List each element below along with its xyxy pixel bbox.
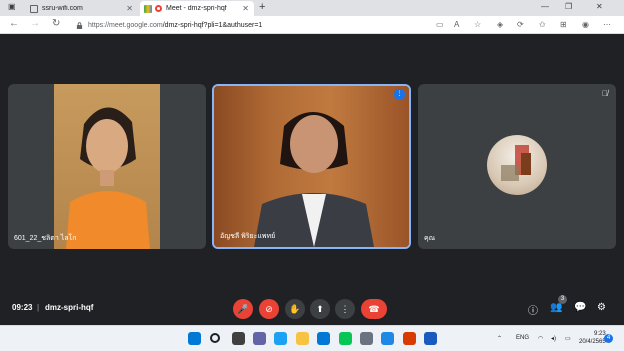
refresh-extension-icon[interactable]: ⟳ — [517, 20, 524, 29]
url-path: /dmz-spri-hqf?pli=1&authuser=1 — [162, 22, 263, 29]
address-bar[interactable]: https://meet.google.com /dmz-spri-hqf?pl… — [76, 19, 434, 32]
tab-meet[interactable]: Meet - dmz-spri-hqf ✕ — [140, 1, 254, 16]
search-icon[interactable] — [210, 333, 220, 343]
person-silhouette-icon — [254, 112, 374, 247]
favorites-icon[interactable]: ✩ — [539, 20, 546, 29]
show-hidden-icons-icon[interactable]: ⌃ — [497, 335, 502, 342]
activities-icon[interactable]: ⚙ — [597, 302, 606, 313]
back-icon[interactable]: ← — [9, 18, 19, 29]
recording-icon — [155, 5, 162, 12]
line-app-icon[interactable] — [339, 332, 352, 345]
minimize-icon[interactable]: — — [541, 2, 549, 11]
meeting-time: 09:23 — [12, 303, 33, 312]
close-window-icon[interactable]: ✕ — [596, 2, 603, 11]
url-host: https://meet.google.com — [88, 22, 163, 29]
volume-icon[interactable]: ◂) — [551, 335, 556, 342]
mic-toggle-button[interactable]: 🎤 — [233, 299, 253, 319]
meeting-separator: | — [37, 303, 40, 312]
powerpoint-icon[interactable] — [403, 332, 416, 345]
participant-tile-self[interactable]: 🎙̸ คุณ — [418, 84, 616, 249]
participant-video — [54, 84, 160, 249]
participant-name: 601_22_ชลิตา ไลโก — [14, 235, 77, 242]
more-options-icon: ⋮ — [340, 304, 350, 314]
forward-icon[interactable]: → — [30, 18, 40, 29]
chat-icon[interactable]: 💬 — [574, 302, 586, 313]
participant-tile-active-speaker[interactable]: ⋮ อัญชลี พิริยะแพทย์ — [212, 84, 411, 249]
camera-off-icon: ⊘ — [265, 304, 273, 314]
start-menu-icon[interactable] — [188, 332, 201, 345]
extensions-icon[interactable]: ◈ — [497, 20, 503, 29]
mic-off-icon: 🎤 — [237, 304, 249, 314]
clock-time: 9:23 — [594, 331, 606, 337]
maximize-icon[interactable]: ❐ — [565, 2, 572, 11]
participant-name: อัญชลี พิริยะแพทย์ — [220, 233, 276, 240]
tab-actions-icon[interactable]: ▣ — [8, 2, 16, 11]
os-taskbar: ⌃ ENG ◠ ◂) ▭ 9:23 20/4/2565 4 — [0, 325, 624, 351]
settings-icon[interactable] — [360, 332, 373, 345]
participant-count-badge: 3 — [558, 295, 567, 304]
tab-title: Meet - dmz-spri-hqf — [166, 5, 227, 12]
raise-hand-icon: ✋ — [289, 304, 301, 314]
language-indicator[interactable]: ENG — [516, 335, 529, 341]
read-aloud-icon[interactable]: A — [454, 20, 459, 29]
avatar-photo-icon — [501, 145, 531, 181]
avatar — [487, 135, 547, 195]
profile-icon[interactable]: ◉ — [582, 20, 589, 29]
tab-strip: ▣ ssru-wifi.com ✕ Meet - dmz-spri-hqf ✕ … — [0, 0, 624, 16]
more-options-button[interactable]: ⋮ — [335, 299, 355, 319]
browser-toolbar: ← → ↻ https://meet.google.com /dmz-spri-… — [0, 16, 624, 34]
task-view-icon[interactable] — [232, 332, 245, 345]
taskbar-clock[interactable]: 9:23 20/4/2565 — [579, 330, 606, 346]
person-silhouette-icon — [66, 107, 150, 249]
leave-call-button[interactable]: ☎ — [361, 299, 387, 319]
edge-icon[interactable] — [274, 332, 287, 345]
new-tab-icon[interactable]: + — [259, 1, 265, 13]
speaking-indicator-icon: ⋮ — [394, 89, 405, 100]
page-favicon-icon — [30, 4, 38, 13]
leave-call-icon: ☎ — [368, 304, 380, 314]
camera-toggle-button[interactable]: ⊘ — [259, 299, 279, 319]
chat-app-icon[interactable] — [253, 332, 266, 345]
participant-tile[interactable]: 601_22_ชลิตา ไลโก — [8, 84, 206, 249]
app-icon[interactable] — [381, 332, 394, 345]
present-screen-icon: ⬆ — [316, 304, 324, 314]
mail-icon[interactable] — [317, 332, 330, 345]
wifi-icon[interactable]: ◠ — [538, 335, 543, 342]
settings-more-icon[interactable]: ⋯ — [603, 20, 611, 29]
raise-hand-button[interactable]: ✋ — [285, 299, 305, 319]
favorite-star-icon[interactable]: ☆ — [474, 20, 481, 29]
close-tab-icon[interactable]: ✕ — [126, 4, 133, 13]
participant-name: คุณ — [424, 235, 436, 242]
file-explorer-icon[interactable] — [296, 332, 309, 345]
reload-icon[interactable]: ↻ — [52, 18, 60, 29]
meeting-controls: 09:23 | dmz-spri-hqf 🎤 ⊘ ✋ ⬆ ⋮ ☎ ⓘ 👥 3 💬… — [0, 295, 624, 323]
tab-ssru-wifi[interactable]: ssru-wifi.com ✕ — [26, 1, 138, 16]
collections-icon[interactable]: ⊞ — [560, 20, 567, 29]
close-tab-icon[interactable]: ✕ — [242, 4, 249, 13]
present-button[interactable]: ⬆ — [310, 299, 330, 319]
mic-muted-icon: 🎙̸ — [602, 89, 608, 98]
camera-in-use-icon[interactable]: ▭ — [436, 20, 444, 29]
tab-title: ssru-wifi.com — [42, 5, 83, 12]
lock-icon — [76, 22, 83, 29]
meeting-details-icon[interactable]: ⓘ — [528, 302, 538, 317]
participant-video — [214, 86, 409, 247]
screen: ▣ ssru-wifi.com ✕ Meet - dmz-spri-hqf ✕ … — [0, 0, 624, 351]
meeting-code: dmz-spri-hqf — [45, 303, 94, 312]
notification-badge[interactable]: 4 — [604, 334, 613, 343]
word-icon[interactable] — [424, 332, 437, 345]
battery-icon[interactable]: ▭ — [565, 335, 571, 342]
meet-favicon-icon — [144, 4, 152, 13]
clock-date: 20/4/2565 — [579, 339, 606, 345]
